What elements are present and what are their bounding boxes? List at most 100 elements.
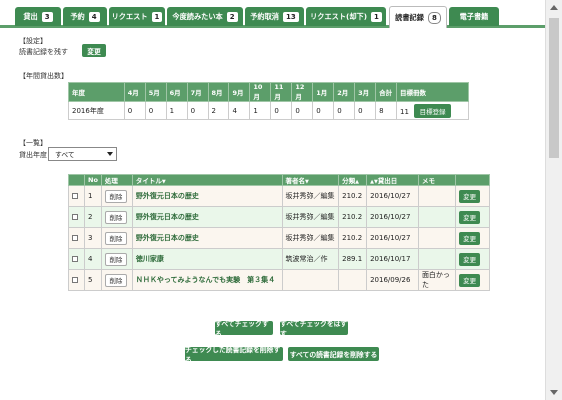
col-sep: 9月 [228, 82, 251, 102]
scroll-down-icon[interactable] [550, 390, 558, 395]
col-action: 処理 [100, 174, 133, 186]
annual-header-row: 年度 4月 5月 6月 7月 8月 9月 10月 11月 12月 1月 2月 3… [68, 82, 469, 102]
delete-all-button[interactable]: すべての読書記録を削除する [288, 347, 379, 361]
month-value: 1 [249, 101, 272, 120]
col-feb: 2月 [333, 82, 356, 102]
annual-row: 2016年度 0 0 1 0 2 4 1 0 0 0 0 0 8 11 目標登録 [68, 101, 469, 120]
edit-button[interactable]: 変更 [459, 189, 481, 203]
row-date: 2016/09/26 [366, 269, 419, 291]
col-class[interactable]: 分類▲ [338, 174, 368, 186]
row-edit-cell: 変更 [455, 185, 490, 207]
row-class [338, 269, 368, 291]
month-value: 0 [123, 101, 146, 120]
scroll-up-icon[interactable] [550, 5, 558, 10]
tab-badge: 4 [88, 11, 100, 22]
delete-button[interactable]: 削除 [104, 273, 127, 287]
annual-goal-cell: 11 目標登録 [396, 101, 469, 120]
month-value: 0 [144, 101, 167, 120]
tab-bar: 貸出 3 予約 4 リクエスト 1 今度読みたい本 2 予約取消 13 リクエス… [0, 0, 545, 28]
row-checkbox[interactable] [72, 235, 78, 241]
uncheck-all-button[interactable]: すべてチェックをはずす [280, 320, 348, 338]
row-checkbox[interactable] [72, 193, 78, 199]
table-row: 2 削除 野外復元日本の歴史 坂井秀弥／編集 210.2 2016/10/27 … [68, 206, 490, 228]
edit-button[interactable]: 変更 [459, 252, 481, 266]
col-year: 年度 [68, 82, 125, 102]
row-memo [417, 206, 457, 228]
row-date: 2016/10/17 [366, 248, 419, 270]
vertical-scrollbar[interactable] [545, 0, 562, 400]
list-section-label: 【一覧】 [19, 139, 47, 147]
row-no: 4 [84, 248, 102, 270]
delete-button[interactable]: 削除 [104, 189, 127, 203]
row-date: 2016/10/27 [366, 185, 419, 207]
tab-badge: 8 [427, 11, 441, 24]
row-memo [417, 248, 457, 270]
col-title[interactable]: タイトル▼ [131, 174, 283, 186]
row-edit-cell: 変更 [455, 269, 490, 291]
delete-button[interactable]: 削除 [104, 231, 127, 245]
tab-reservation[interactable]: 予約 4 [63, 7, 107, 26]
tab-badge: 2 [226, 11, 238, 22]
tab-request-rejected[interactable]: リクエスト(却下) 1 [306, 7, 386, 26]
table-row: 1 削除 野外復元日本の歴史 坂井秀弥／編集 210.2 2016/10/27 … [68, 185, 490, 207]
row-checkbox-cell [68, 227, 85, 249]
lending-year-select[interactable]: すべて [48, 147, 117, 161]
col-date-label: 貸出日 [377, 177, 398, 185]
row-no: 5 [84, 269, 102, 291]
row-checkbox-cell [68, 269, 85, 291]
tab-request[interactable]: リクエスト 1 [109, 7, 165, 26]
row-title[interactable]: 野外復元日本の歴史 [131, 185, 283, 207]
month-value: 4 [228, 101, 251, 120]
row-action-cell: 削除 [100, 248, 133, 270]
row-date: 2016/10/27 [366, 227, 419, 249]
edit-button[interactable]: 変更 [459, 210, 481, 224]
col-author[interactable]: 著者名▼ [281, 174, 340, 186]
tab-want-to-read[interactable]: 今度読みたい本 2 [167, 7, 243, 26]
goal-register-button[interactable]: 目標登録 [414, 103, 452, 118]
record-setting-label: 読書記録を残す [19, 48, 68, 56]
col-date[interactable]: ▲▼貸出日 [366, 174, 419, 186]
delete-checked-button[interactable]: チェックした読書記録を削除する [185, 346, 283, 364]
delete-button[interactable]: 削除 [104, 210, 127, 224]
row-checkbox[interactable] [72, 277, 78, 283]
row-title[interactable]: 野外復元日本の歴史 [131, 227, 283, 249]
row-checkbox[interactable] [72, 214, 78, 220]
col-jul: 7月 [186, 82, 209, 102]
tab-reservation-cancel[interactable]: 予約取消 13 [245, 7, 304, 26]
table-row: 3 削除 野外復元日本の歴史 坂井秀弥／編集 210.2 2016/10/27 … [68, 227, 490, 249]
month-value: 0 [291, 101, 314, 120]
row-checkbox[interactable] [72, 256, 78, 262]
row-title[interactable]: 徳川家康 [131, 248, 283, 270]
sort-asc-icon[interactable]: ▲ [355, 179, 359, 185]
edit-button[interactable]: 変更 [459, 273, 481, 287]
row-author [281, 269, 340, 291]
row-edit-cell: 変更 [455, 227, 490, 249]
tab-badge: 1 [371, 11, 382, 22]
col-checkbox [68, 174, 85, 186]
tab-label: 予約取消 [250, 11, 279, 21]
settings-change-button[interactable]: 変更 [82, 44, 106, 57]
row-action-cell: 削除 [100, 185, 133, 207]
tab-lending[interactable]: 貸出 3 [15, 7, 61, 26]
tab-reading-record[interactable]: 読書記録 8 [389, 6, 447, 28]
row-checkbox-cell [68, 185, 85, 207]
row-edit-cell: 変更 [455, 206, 490, 228]
delete-button[interactable]: 削除 [104, 252, 127, 266]
sort-icon[interactable]: ▲▼ [370, 179, 378, 185]
scroll-thumb[interactable] [549, 18, 559, 158]
check-all-button[interactable]: すべてチェックする [215, 320, 273, 338]
col-jan: 1月 [312, 82, 335, 102]
row-title[interactable]: 野外復元日本の歴史 [131, 206, 283, 228]
edit-button[interactable]: 変更 [459, 231, 481, 245]
list-header-row: No 処理 タイトル▼ 著者名▼ 分類▲ ▲▼貸出日 メモ [68, 174, 490, 186]
row-class: 210.2 [338, 185, 368, 207]
sort-desc-icon[interactable]: ▼ [162, 179, 166, 185]
row-title[interactable]: ＮＨＫやってみようなんでも実験 第３集４ [131, 269, 283, 291]
row-no: 2 [84, 206, 102, 228]
row-no: 3 [84, 227, 102, 249]
col-dec: 12月 [291, 82, 314, 102]
tab-ebook[interactable]: 電子書籍 [449, 7, 499, 26]
sort-desc-icon[interactable]: ▼ [305, 179, 309, 185]
col-aug: 8月 [207, 82, 230, 102]
row-checkbox-cell [68, 248, 85, 270]
